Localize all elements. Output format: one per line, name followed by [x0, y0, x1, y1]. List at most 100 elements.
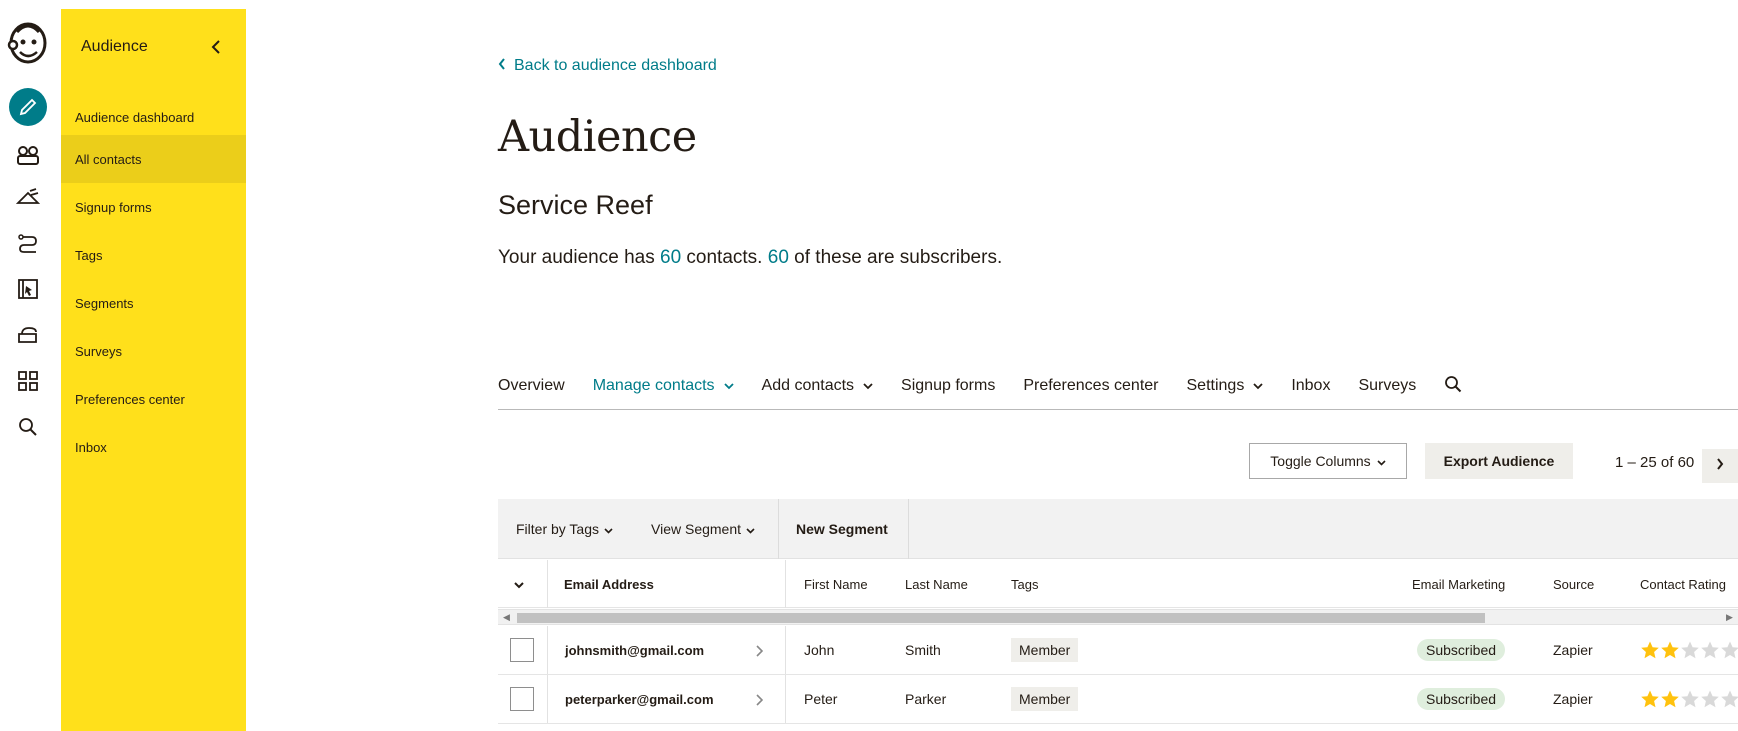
chevron-down-icon [1253, 377, 1263, 395]
tab-label: Overview [498, 377, 565, 394]
column-email-address[interactable]: Email Address [564, 560, 654, 608]
tab-signup-forms[interactable]: Signup forms [901, 372, 995, 400]
divider [908, 499, 909, 559]
tab-label: Preferences center [1023, 377, 1159, 394]
audience-name: Service Reef [498, 190, 653, 220]
tab-manage-contacts[interactable]: Manage contacts [593, 372, 734, 400]
scrollbar-thumb[interactable] [517, 613, 1485, 623]
star-empty-icon[interactable] [1700, 689, 1720, 709]
sidebar-item-tags[interactable]: Tags [61, 231, 246, 279]
column-tags[interactable]: Tags [1011, 560, 1038, 608]
tab-search-button[interactable] [1444, 372, 1462, 400]
contact-last-name: Parker [905, 691, 947, 707]
divider [547, 560, 548, 608]
toggle-columns-label: Toggle Columns [1270, 453, 1371, 469]
star-empty-icon[interactable] [1680, 689, 1700, 709]
chevron-down-icon [604, 521, 613, 537]
sidebar-item-surveys[interactable]: Surveys [61, 327, 246, 375]
website-icon[interactable] [9, 270, 47, 308]
star-empty-icon[interactable] [1680, 640, 1700, 660]
automations-icon[interactable] [9, 224, 47, 262]
tab-add-contacts[interactable]: Add contacts [762, 372, 874, 400]
audience-sidebar: Audience Audience dashboard All contacts… [61, 9, 246, 731]
chevron-left-icon [211, 39, 221, 59]
divider [785, 626, 786, 674]
tab-surveys[interactable]: Surveys [1358, 372, 1416, 400]
divider [778, 499, 779, 559]
contact-email[interactable]: johnsmith@gmail.com [565, 626, 704, 674]
tab-preferences-center[interactable]: Preferences center [1023, 372, 1158, 400]
column-last-name[interactable]: Last Name [905, 560, 968, 608]
status-badge: Subscribed [1417, 639, 1506, 661]
tab-overview[interactable]: Overview [498, 372, 565, 400]
contact-last-name: Smith [905, 642, 941, 658]
sidebar-item-audience-dashboard[interactable]: Audience dashboard [61, 93, 246, 141]
mailchimp-logo-icon[interactable] [7, 18, 49, 66]
chevron-left-icon [498, 57, 506, 75]
contact-email[interactable]: peterparker@gmail.com [565, 675, 714, 723]
pager-total: 60 [1677, 454, 1695, 471]
scroll-right-arrow-icon[interactable]: ▶ [1726, 612, 1733, 623]
row-checkbox[interactable] [510, 687, 534, 711]
scroll-left-arrow-icon[interactable]: ◀ [503, 612, 510, 623]
view-segment-label: View Segment [651, 521, 742, 537]
tab-settings[interactable]: Settings [1187, 372, 1264, 400]
star-empty-icon[interactable] [1720, 689, 1738, 709]
table-row[interactable]: peterparker@gmail.com Peter Parker Membe… [498, 675, 1738, 724]
export-audience-button[interactable]: Export Audience [1425, 443, 1573, 479]
tab-label: Add contacts [761, 377, 855, 394]
subscribers-count: 60 [767, 247, 789, 268]
next-page-button[interactable] [1702, 449, 1738, 483]
search-icon [1444, 375, 1462, 398]
collapse-sidebar-button[interactable] [201, 35, 231, 63]
select-all-dropdown[interactable] [514, 560, 524, 608]
integrations-icon[interactable] [9, 362, 47, 400]
back-to-dashboard-link[interactable]: Back to audience dashboard [498, 57, 717, 75]
sidebar-item-all-contacts[interactable]: All contacts [61, 135, 246, 183]
tag-badge[interactable]: Member [1011, 687, 1079, 711]
table-row[interactable]: johnsmith@gmail.com John Smith Member Su… [498, 626, 1738, 675]
sidebar-item-inbox[interactable]: Inbox [61, 423, 246, 471]
sidebar-item-segments[interactable]: Segments [61, 279, 246, 327]
tag-badge[interactable]: Member [1011, 638, 1079, 662]
tab-inbox[interactable]: Inbox [1291, 372, 1330, 400]
contact-first-name: Peter [804, 691, 838, 707]
back-link-label: Back to audience dashboard [514, 57, 717, 74]
sidebar-item-signup-forms[interactable]: Signup forms [61, 183, 246, 231]
audience-tabs: Overview Manage contacts Add contacts Si… [498, 372, 1738, 410]
column-first-name[interactable]: First Name [804, 560, 868, 608]
star-filled-icon[interactable] [1640, 640, 1660, 660]
campaigns-icon[interactable] [9, 178, 47, 216]
divider [785, 675, 786, 723]
tab-label: Manage contacts [592, 377, 715, 394]
filter-bar: Filter by Tags View Segment New Segment [498, 499, 1738, 559]
pager-of: of [1660, 454, 1674, 471]
star-filled-icon[interactable] [1640, 689, 1660, 709]
chevron-right-icon[interactable] [756, 644, 764, 662]
status-badge: Subscribed [1417, 688, 1506, 710]
column-contact-rating[interactable]: Contact Rating [1640, 560, 1726, 608]
content-icon[interactable] [9, 316, 47, 354]
toggle-columns-button[interactable]: Toggle Columns [1249, 443, 1407, 479]
star-filled-icon[interactable] [1660, 640, 1680, 660]
star-empty-icon[interactable] [1700, 640, 1720, 660]
view-segment-dropdown[interactable]: View Segment [651, 499, 755, 559]
sidebar-title: Audience [81, 38, 148, 55]
icon-rail [0, 0, 55, 731]
row-checkbox[interactable] [510, 638, 534, 662]
create-icon[interactable] [9, 88, 47, 126]
filter-by-tags-dropdown[interactable]: Filter by Tags [516, 499, 613, 559]
star-empty-icon[interactable] [1720, 640, 1738, 660]
audience-icon[interactable] [0, 132, 55, 178]
sidebar-item-preferences-center[interactable]: Preferences center [61, 375, 246, 423]
chevron-right-icon[interactable] [756, 693, 764, 711]
search-icon[interactable] [9, 408, 47, 446]
column-email-marketing[interactable]: Email Marketing [1412, 560, 1505, 608]
pager-range: 1 – 25 [1615, 454, 1657, 471]
page-title: Audience [498, 112, 697, 162]
horizontal-scrollbar[interactable]: ◀ ▶ [498, 609, 1738, 625]
new-segment-button[interactable]: New Segment [796, 499, 888, 559]
column-source[interactable]: Source [1553, 560, 1594, 608]
star-filled-icon[interactable] [1660, 689, 1680, 709]
chevron-down-icon [1377, 453, 1386, 469]
